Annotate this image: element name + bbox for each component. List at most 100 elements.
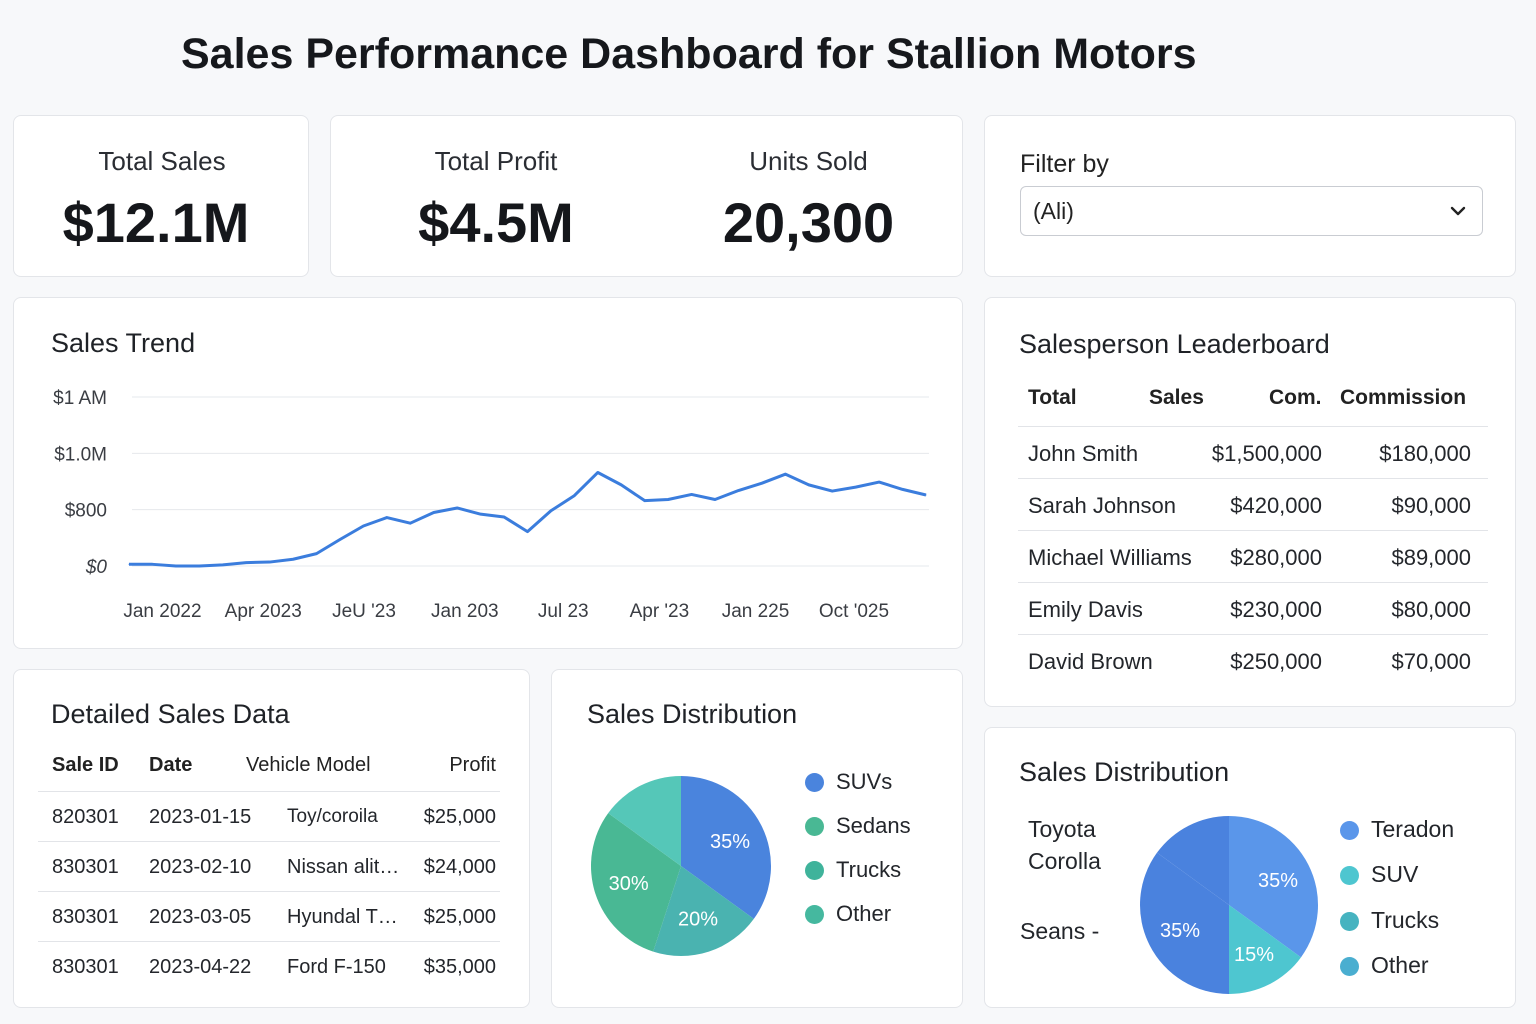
leaderboard-commission: $80,000	[1391, 597, 1471, 622]
sale-date: 2023-04-22	[149, 956, 252, 978]
sale-profit: $24,000	[423, 856, 496, 878]
legend-label: Other	[836, 901, 892, 926]
x-tick-label: Jan 225	[722, 601, 790, 622]
filter-select[interactable]: (Ali)	[1020, 186, 1483, 236]
pie-data-label: 20%	[678, 908, 718, 930]
leaderboard-row: John Smith $1,500,000 $180,000	[1018, 426, 1488, 478]
leaderboard-name: Michael Williams	[1028, 545, 1192, 570]
leaderboard-sales: $1,500,000	[1211, 441, 1322, 466]
y-tick-label: $0	[85, 557, 108, 578]
sales-distribution-pie-1: 35% 20% 30%	[591, 776, 771, 956]
sales-distribution-pie-2: 35% 15% 35%	[1140, 816, 1318, 994]
pie-data-label: 15%	[1234, 944, 1274, 966]
leaderboard-header-total: Total	[1028, 386, 1077, 409]
data-point	[620, 484, 622, 486]
detailed-header-sale-id: Sale ID	[52, 754, 119, 776]
data-point	[667, 499, 669, 501]
data-point	[386, 517, 388, 519]
kpi-total-sales-card: Total Sales $12.1M	[13, 115, 309, 277]
filter-card: Filter by (Ali)	[984, 115, 1516, 277]
detailed-sales-card: Detailed Sales Data Sale ID Date Vehicle…	[13, 669, 530, 1008]
legend-item-sedans: Sedans	[805, 813, 911, 839]
data-point	[573, 495, 575, 497]
leaderboard-title: Salesperson Leaderboard	[1019, 329, 1330, 359]
pie-data-label: 35%	[1258, 870, 1298, 892]
leaderboard-header-com: Com.	[1269, 386, 1322, 409]
data-point	[784, 473, 786, 475]
sale-profit: $35,000	[423, 956, 496, 978]
legend-swatch	[1340, 866, 1359, 885]
vehicle-model: Ford F-150	[287, 956, 386, 978]
sale-date: 2023-01-15	[149, 806, 252, 828]
x-tick-label: Jan 203	[431, 601, 499, 622]
sales-trend-card: Sales Trend $0 $800 $1.0M $1 AM Jan 2022 Apr …	[13, 297, 963, 649]
sale-id: 830301	[52, 906, 119, 928]
data-point	[737, 490, 739, 492]
x-tick-label: Apr 2023	[225, 601, 302, 622]
leaderboard-name: Emily Davis	[1028, 597, 1143, 622]
legend-swatch	[805, 905, 824, 924]
data-point	[597, 471, 599, 473]
leaderboard-row: Sarah Johnson $420,000 $90,000	[1018, 478, 1488, 530]
leaderboard-commission: $90,000	[1391, 493, 1471, 518]
data-point	[714, 499, 716, 501]
data-point	[644, 500, 646, 502]
leaderboard-header-commission: Commission	[1340, 386, 1467, 409]
data-point	[362, 525, 364, 527]
kpi-units-sold-label: Units Sold	[749, 146, 868, 176]
legend-item-suv: SUV	[1340, 861, 1418, 888]
data-point	[433, 511, 435, 513]
x-tick-label: Jan 2022	[123, 601, 201, 622]
legend-item-trucks: Trucks	[805, 857, 901, 883]
table-row: 820301 2023-01-15 Toy/coroila $25,000	[38, 791, 500, 841]
y-tick-label: $800	[65, 501, 107, 522]
leaderboard-name: Sarah Johnson	[1028, 493, 1176, 518]
kpi-total-profit-value: $4.5M	[418, 191, 574, 254]
sale-date: 2023-03-05	[149, 906, 252, 928]
data-point	[222, 564, 224, 566]
legend-label: Trucks	[1371, 907, 1440, 933]
leaderboard-sales: $420,000	[1230, 493, 1322, 518]
detailed-header-date: Date	[149, 754, 193, 776]
legend-swatch	[1340, 957, 1359, 976]
legend-swatch	[805, 861, 824, 880]
sales-trend-line	[129, 470, 927, 568]
filter-label: Filter by	[1020, 150, 1109, 178]
x-tick-label: Jul 23	[538, 601, 589, 622]
legend-swatch	[805, 817, 824, 836]
data-point	[691, 493, 693, 495]
legend-item-other: Other	[805, 901, 891, 927]
data-point	[550, 510, 552, 512]
leaderboard-sales: $280,000	[1230, 545, 1322, 570]
legend-swatch	[1340, 821, 1359, 840]
data-point	[503, 516, 505, 518]
legend-label: Trucks	[836, 857, 902, 882]
detailed-sales-title: Detailed Sales Data	[51, 699, 290, 729]
data-point	[292, 558, 294, 560]
leaderboard-sales: $230,000	[1230, 597, 1322, 622]
sales-distribution-card-1: Sales Distribution 35% 20% 30% SUVs Sedans…	[551, 669, 963, 1008]
pie-data-label: 35%	[1160, 920, 1200, 942]
sales-trend-chart: $0 $800 $1.0M $1 AM Jan 2022 Apr 2023 JeU '23 J…	[53, 388, 929, 622]
data-point	[761, 482, 763, 484]
leaderboard-name: John Smith	[1028, 441, 1139, 466]
legend-swatch	[1340, 912, 1359, 931]
legend-item-other-2: Other	[1340, 952, 1429, 979]
sale-id: 830301	[52, 956, 119, 978]
data-point	[269, 561, 271, 563]
data-point	[925, 494, 927, 496]
leaderboard-commission: $89,000	[1391, 545, 1471, 570]
leaderboard-sales: $250,000	[1230, 649, 1322, 674]
sales-distribution-card-2: Sales Distribution Toyota Corolla Seans …	[984, 727, 1516, 1008]
kpi-profit-units-card: Total Profit $4.5M Units Sold 20,300	[330, 115, 963, 277]
legend-label: Teradon	[1371, 816, 1455, 842]
leaderboard-row: Michael Williams $280,000 $89,000	[1018, 530, 1488, 582]
data-point	[855, 486, 857, 488]
data-point	[527, 531, 528, 533]
leaderboard-commission: $180,000	[1379, 441, 1471, 466]
kpi-total-sales-value: $12.1M	[62, 191, 250, 254]
data-point	[128, 563, 130, 565]
legend-label: Sedans	[836, 813, 911, 838]
y-tick-label: $1 AM	[53, 388, 107, 409]
data-point	[808, 484, 810, 486]
